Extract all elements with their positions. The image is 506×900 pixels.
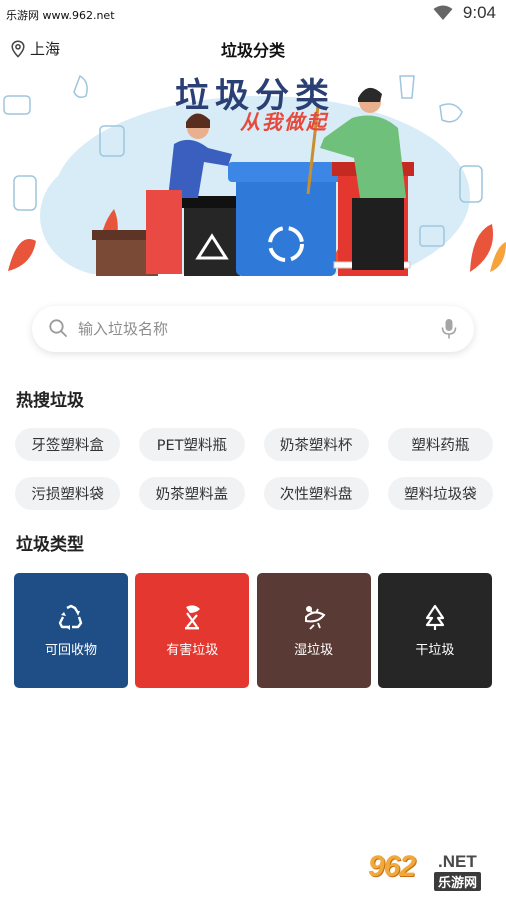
hot-search-chip[interactable]: 污损塑料袋 [15,477,121,510]
watermark-sub-text: 乐游网 [434,872,482,891]
fish-bone-icon [304,606,326,630]
banner-illustration[interactable]: 垃圾分类 从我做起 [0,66,506,284]
type-card-dry[interactable]: 干垃圾 [377,573,492,688]
status-site-text: 乐游网 www.962.net [6,9,115,22]
hot-search-chip[interactable]: 牙签塑料盒 [15,428,121,461]
type-label: 干垃圾 [415,643,455,658]
tree-icon [425,604,444,630]
garbage-types-grid: 可回收物 有害垃圾 湿垃圾 干垃圾 [14,573,492,688]
page-title: 垃圾分类 [220,41,285,60]
banner-subtitle: 从我做起 [240,110,328,134]
type-label: 有害垃圾 [166,643,219,658]
type-label: 湿垃圾 [294,643,334,658]
microphone-icon[interactable] [440,318,458,340]
hot-search-chip[interactable]: 奶茶塑料盖 [139,477,245,510]
type-card-recyclable[interactable]: 可回收物 [14,573,128,688]
hot-search-chip[interactable]: 塑料垃圾袋 [387,477,493,510]
hot-searches-title: 热搜垃圾 [16,391,84,411]
recycle-icon [58,604,83,630]
hot-searches-list: 牙签塑料盒 PET塑料瓶 奶茶塑料杯 塑料药瓶 污损塑料袋 奶茶塑料盖 次性塑料… [15,428,493,510]
hot-search-chip[interactable]: 塑料药瓶 [387,428,493,461]
status-bar: 乐游网 www.962.net 9:04 [0,0,506,28]
watermark-net-text: .NET [438,852,477,871]
wifi-icon [433,5,453,20]
search-input[interactable] [78,317,418,341]
hot-search-chip[interactable]: 次性塑料盘 [263,477,369,510]
type-card-wet[interactable]: 湿垃圾 [256,573,371,688]
site-watermark: 962 .NET 乐游网 [368,850,498,894]
hot-search-chip[interactable]: PET塑料瓶 [139,428,245,461]
search-icon [49,319,67,337]
watermark-logo-text: 962 [368,850,416,883]
hot-search-chip[interactable]: 奶茶塑料杯 [263,428,369,461]
hazard-icon [185,605,201,630]
type-card-hazardous[interactable]: 有害垃圾 [135,573,250,688]
status-icons: 9:04 [433,3,496,23]
type-label: 可回收物 [44,643,97,658]
search-bar[interactable] [32,306,474,352]
app-header: 上海 垃圾分类 [0,28,506,68]
status-time: 9:04 [462,3,496,22]
garbage-types-title: 垃圾类型 [16,535,84,555]
